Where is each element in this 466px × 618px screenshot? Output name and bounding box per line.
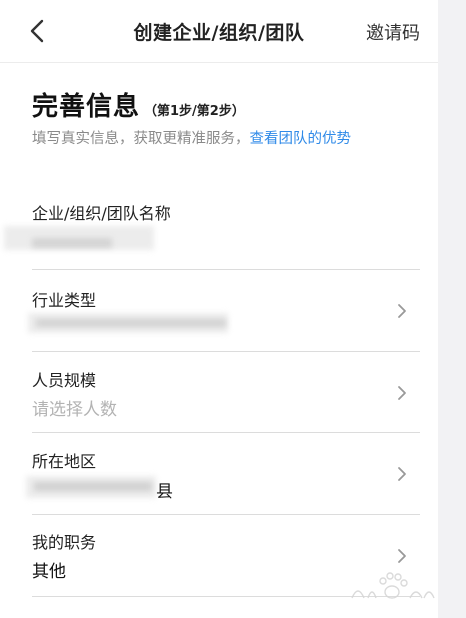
redacted-value-trace xyxy=(32,238,112,248)
chevron-right-icon xyxy=(398,549,406,563)
position-value: 其他 xyxy=(32,562,66,582)
industry-label: 行业类型 xyxy=(32,291,97,310)
screen-gutter xyxy=(438,0,466,618)
chevron-right-icon xyxy=(398,467,406,481)
region-field[interactable]: 所在地区 县 xyxy=(26,432,420,515)
invite-code-button[interactable]: 邀请码 xyxy=(366,19,420,45)
org-name-label: 企业/组织/团队名称 xyxy=(32,204,171,223)
navigation-bar: 创建企业/组织/团队 邀请码 xyxy=(0,0,438,63)
chevron-right-icon xyxy=(398,304,406,318)
team-advantages-link[interactable]: 查看团队的优势 xyxy=(250,131,352,147)
region-value: 县 xyxy=(156,482,173,502)
staff-size-label: 人员规模 xyxy=(32,371,97,390)
chevron-right-icon xyxy=(398,386,406,400)
watermark-logo xyxy=(351,572,435,599)
subtitle: 填写真实信息，获取更精准服务，查看团队的优势 xyxy=(32,127,351,148)
app-screen: 创建企业/组织/团队 邀请码 完善信息 （第1步/第2步） 填写真实信息，获取更… xyxy=(0,0,438,618)
subtitle-text: 填写真实信息，获取更精准服务， xyxy=(32,131,250,147)
staff-size-field[interactable]: 人员规模 请选择人数 xyxy=(32,351,420,433)
staff-size-placeholder: 请选择人数 xyxy=(32,400,117,420)
position-label: 我的职务 xyxy=(32,533,97,552)
region-label: 所在地区 xyxy=(32,452,97,471)
org-name-field[interactable]: 企业/组织/团队名称 xyxy=(4,186,420,270)
step-indicator: （第1步/第2步） xyxy=(144,104,245,119)
redacted-value-trace xyxy=(36,319,226,327)
redacted-value-trace xyxy=(34,482,152,491)
section-heading: 完善信息 （第1步/第2步） xyxy=(32,86,245,123)
heading-title: 完善信息 xyxy=(32,92,141,122)
industry-field[interactable]: 行业类型 xyxy=(28,269,420,352)
